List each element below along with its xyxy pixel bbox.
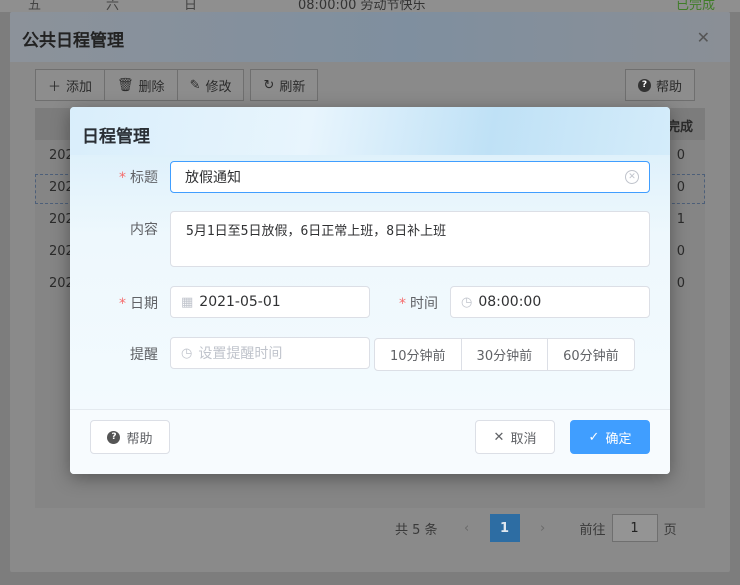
table-row-done: 0 [676,276,685,291]
add-label: 添加 [66,79,93,95]
clear-icon[interactable]: ✕ [625,170,639,184]
add-button[interactable]: ＋ 添加 [35,69,106,101]
calendar-icon: ▦ [181,294,194,310]
help-label: 帮助 [656,79,683,95]
dialog-title: 公共日程管理 [22,31,124,51]
question-icon: ? [107,430,121,444]
remind-60min-button[interactable]: 60分钟前 [548,338,635,371]
goto-page-input[interactable]: 1 [611,514,658,542]
content-textarea-value: 5月1日至5日放假，6日正常上班，8日补上班 [186,224,447,239]
modal-header: 日程管理 [70,107,670,155]
close-icon: ✕ [493,429,505,445]
weekday-label: 五 [28,0,42,12]
toolbar-help-button[interactable]: ? 帮助 [625,69,696,101]
time-picker[interactable]: ◷ 08:00:00 [450,286,650,318]
current-page-button[interactable]: 1 [489,514,520,542]
clock-icon: ◷ [461,294,473,310]
cancel-button-label: 取消 [510,431,537,447]
title-label-text: 标题 [130,170,158,186]
cancel-button[interactable]: ✕ 取消 [475,420,555,454]
remind-10min-button[interactable]: 10分钟前 [374,338,462,371]
date-picker-value: 2021-05-01 [199,294,281,310]
close-icon[interactable]: ✕ [697,28,710,47]
schedule-edit-modal: 日程管理 * 标题 放假通知 ✕ 内容 5月1日至5日放假，6日正常上班，8日补上… [70,107,670,474]
time-label-text: 时间 [410,296,438,312]
refresh-label: 刷新 [279,79,306,95]
weekday-label: 日 [184,0,198,12]
remind-preset-group: 10分钟前 30分钟前 60分钟前 [374,338,635,371]
date-picker[interactable]: ▦ 2021-05-01 [170,286,370,318]
edit-label: 修改 [205,79,232,95]
required-mark: * [119,170,126,186]
modal-footer: ? 帮助 ✕ 取消 ✓ 确定 [70,409,670,474]
refresh-button[interactable]: ↻ 刷新 [250,69,319,101]
background-strip: 五 六 日 08:00:00 劳动节快乐 已完成 [0,0,740,12]
title-input-value: 放假通知 [185,170,241,186]
background-event: 08:00:00 劳动节快乐 [298,0,426,12]
confirm-button[interactable]: ✓ 确定 [570,420,650,454]
table-row-done: 1 [676,212,685,227]
background-status: 已完成 [676,0,716,12]
weekday-label: 六 [106,0,120,12]
column-header-done: 完成 [666,120,693,135]
remind-placeholder: 设置提醒时间 [198,346,283,362]
required-mark: * [399,296,406,312]
plus-icon: ＋ [48,79,62,95]
next-page-button[interactable]: › [527,514,558,542]
check-icon: ✓ [588,429,600,445]
trash-icon: 🗑 [117,77,134,93]
page-suffix: 页 [663,522,677,538]
title-label: * 标题 [98,167,158,187]
edit-button[interactable]: ✎ 修改 [177,69,245,101]
prev-page-button[interactable]: ‹ [451,514,482,542]
table-row-done: 0 [676,180,685,195]
content-label: 内容 [130,222,158,238]
required-mark: * [119,296,126,312]
confirm-button-label: 确定 [605,431,632,447]
toolbar-group: ＋ 添加 🗑 删除 ✎ 修改 [35,69,245,101]
modal-title: 日程管理 [82,127,150,147]
pager-total: 共 5 条 [395,522,438,538]
help-button-label: 帮助 [126,431,153,447]
refresh-icon: ↻ [263,77,275,93]
title-input[interactable]: 放假通知 ✕ [170,161,650,193]
pagination: 共 5 条 ‹ 1 › 前往 1 页 [395,514,677,542]
time-label: * 时间 [378,293,438,313]
remind-label: 提醒 [130,347,158,363]
delete-label: 删除 [138,79,165,95]
table-row-done: 0 [676,244,685,259]
date-label-text: 日期 [130,296,158,312]
table-row-done: 0 [676,148,685,163]
time-picker-value: 08:00:00 [478,294,542,310]
help-button[interactable]: ? 帮助 [90,420,170,454]
content-textarea[interactable]: 5月1日至5日放假，6日正常上班，8日补上班 [170,211,650,267]
delete-button[interactable]: 🗑 删除 [105,69,178,101]
remind-time-picker[interactable]: ◷ 设置提醒时间 [170,337,370,369]
toolbar: ＋ 添加 🗑 删除 ✎ 修改 ↻ 刷新 [35,69,319,101]
dialog-header: 公共日程管理 ✕ [10,12,730,62]
goto-label: 前往 [579,522,606,538]
remind-30min-button[interactable]: 30分钟前 [461,338,549,371]
pencil-icon: ✎ [189,77,201,93]
date-label: * 日期 [98,293,158,313]
question-icon: ? [638,78,651,92]
clock-icon: ◷ [181,345,193,361]
